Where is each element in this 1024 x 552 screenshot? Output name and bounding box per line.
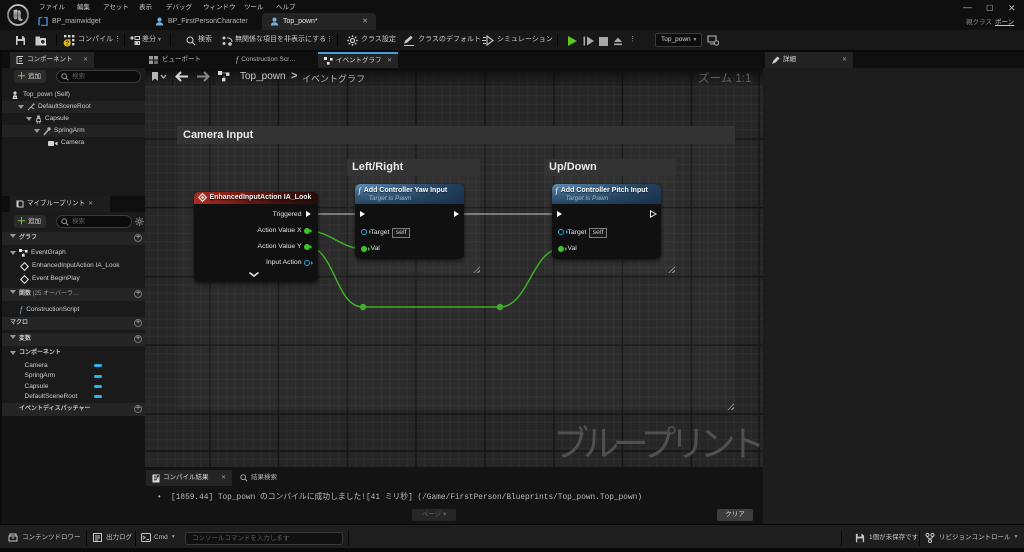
svg-text:?: ? [65,41,69,48]
